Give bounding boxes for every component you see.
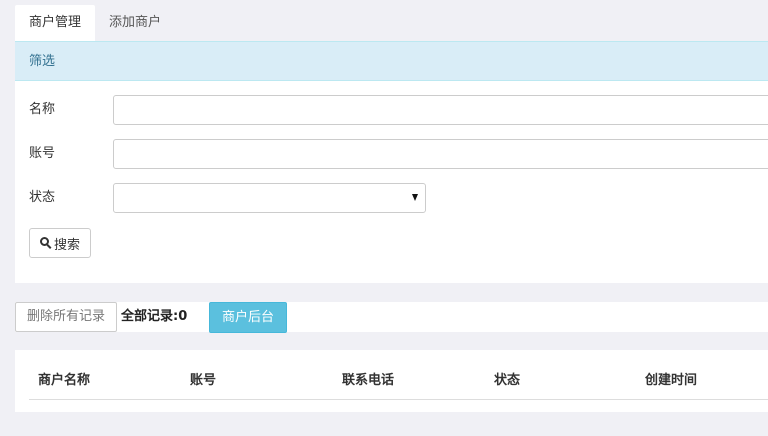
status-label: 状态 <box>29 190 56 205</box>
delete-all-records-button[interactable]: 删除所有记录 <box>15 302 118 332</box>
search-icon <box>40 237 52 249</box>
column-status: 状态 <box>494 373 521 388</box>
caret-down-icon <box>412 194 418 201</box>
merchant-table: 商户名称 账号 联系电话 状态 创建时间 <box>15 350 768 412</box>
filter-heading: 筛选 <box>15 41 768 81</box>
name-input[interactable] <box>113 95 768 125</box>
tab-bar: 商户管理 添加商户 <box>15 5 175 41</box>
table-header: 商户名称 账号 联系电话 状态 创建时间 <box>29 362 768 400</box>
action-bar: 删除所有记录 全部记录:0 商户后台 <box>15 302 768 333</box>
merchant-backend-button[interactable]: 商户后台 <box>209 302 288 333</box>
status-select[interactable] <box>113 183 426 213</box>
name-row: 名称 <box>15 95 768 125</box>
status-row: 状态 <box>15 183 768 213</box>
search-button-label: 搜索 <box>54 237 81 253</box>
account-input[interactable] <box>113 139 768 169</box>
name-label: 名称 <box>29 102 56 117</box>
tab-merchant-management[interactable]: 商户管理 <box>15 5 96 41</box>
column-phone: 联系电话 <box>342 373 395 388</box>
record-count: 全部记录:0 <box>121 309 188 324</box>
column-merchant-name: 商户名称 <box>38 373 91 388</box>
filter-panel: 筛选 名称 账号 状态 搜索 <box>15 41 768 283</box>
account-label: 账号 <box>29 146 56 161</box>
column-created-time: 创建时间 <box>645 373 698 388</box>
tab-add-merchant[interactable]: 添加商户 <box>95 5 175 41</box>
column-account: 账号 <box>190 373 217 388</box>
search-button[interactable]: 搜索 <box>29 228 92 258</box>
account-row: 账号 <box>15 139 768 169</box>
